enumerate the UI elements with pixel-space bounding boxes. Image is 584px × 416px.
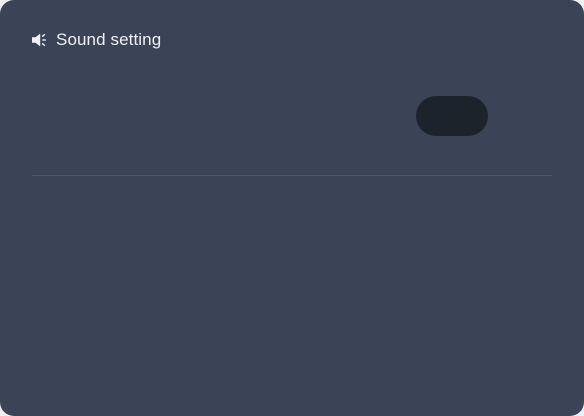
panel-title: Sound setting (56, 30, 162, 49)
divider (32, 175, 552, 176)
speaker-icon (31, 32, 49, 48)
panel-header: Sound setting (31, 29, 161, 51)
sound-toggle[interactable] (416, 96, 488, 136)
sound-settings-panel: Sound setting (0, 0, 584, 416)
